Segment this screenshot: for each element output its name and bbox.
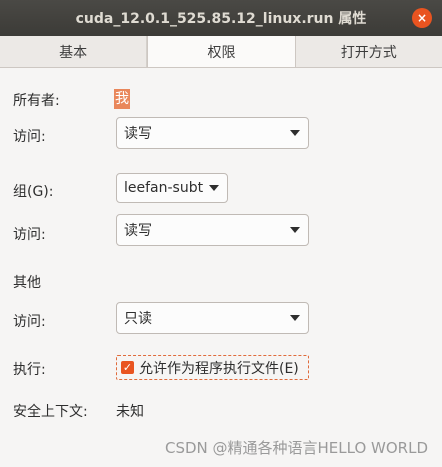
group-dropdown[interactable]: leefan-subt — [116, 173, 228, 203]
group-access-label: 访问: — [13, 227, 46, 243]
chevron-down-icon — [290, 130, 300, 136]
owner-access-dropdown[interactable]: 读写 — [116, 117, 309, 149]
tab-basic[interactable]: 基本 — [0, 36, 148, 67]
group-access-dropdown[interactable]: 读写 — [116, 214, 309, 246]
group-access-value: 读写 — [124, 223, 152, 239]
tab-bar: 基本 权限 打开方式 — [0, 36, 442, 68]
close-icon: × — [416, 11, 428, 25]
window-title: cuda_12.0.1_525.85.12_linux.run 属性 — [75, 11, 367, 27]
chevron-down-icon — [290, 227, 300, 233]
group-value: leefan-subt — [124, 180, 204, 196]
others-access-value: 只读 — [124, 311, 152, 327]
security-context-value: 未知 — [116, 404, 144, 420]
security-context-label: 安全上下文: — [13, 404, 88, 420]
owner-value: 我 — [114, 89, 130, 109]
title-bar: cuda_12.0.1_525.85.12_linux.run 属性 × — [0, 0, 442, 36]
execute-checkbox-label: 允许作为程序执行文件(E) — [139, 360, 299, 377]
chevron-down-icon — [209, 185, 219, 191]
watermark: CSDN @精通各种语言HELLO WORLD — [164, 439, 428, 457]
owner-access-value: 读写 — [124, 126, 152, 142]
owner-label: 所有者: — [13, 93, 60, 109]
close-button[interactable]: × — [412, 8, 432, 28]
execute-label: 执行: — [13, 362, 46, 378]
chevron-down-icon — [290, 315, 300, 321]
others-access-label: 访问: — [13, 314, 46, 330]
others-access-dropdown[interactable]: 只读 — [116, 302, 309, 334]
others-heading: 其他 — [13, 275, 41, 291]
checkmark-icon: ✓ — [121, 361, 134, 374]
group-label: 组(G): — [13, 184, 54, 200]
tab-permissions[interactable]: 权限 — [147, 36, 296, 67]
execute-checkbox[interactable]: ✓ 允许作为程序执行文件(E) — [116, 355, 309, 380]
owner-access-label: 访问: — [13, 129, 46, 145]
tab-open-with[interactable]: 打开方式 — [296, 36, 442, 67]
